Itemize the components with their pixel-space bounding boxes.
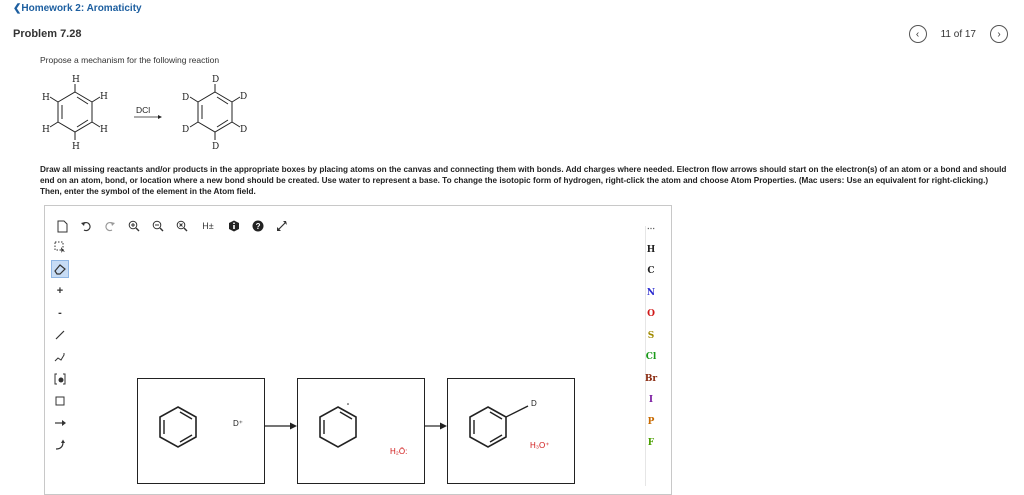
pager: ‹ 11 of 17 ›: [908, 25, 1008, 43]
problem-title: Problem 7.28: [13, 28, 82, 40]
atom-label: H: [100, 125, 108, 135]
reaction-scheme: H H H H H H DCl D D D D D D: [42, 75, 247, 152]
drawing-editor[interactable]: H± ? + - ⋯ H C N O S Cl Br I P F D⁺ H₂Ö:…: [44, 205, 672, 495]
atom-button-i[interactable]: I: [639, 390, 663, 412]
zoom-out-icon[interactable]: [151, 219, 165, 233]
chevron-left-icon: ‹: [915, 28, 920, 40]
arrow-head-icon: [158, 115, 162, 119]
atom-button-f[interactable]: F: [639, 433, 663, 455]
substituent-label: D: [531, 399, 537, 408]
single-bond-tool[interactable]: [51, 326, 69, 344]
zoom-in-icon[interactable]: [127, 219, 141, 233]
charge-minus-tool[interactable]: -: [51, 304, 69, 322]
box-arrow-1: [265, 422, 297, 430]
question-prompt: Propose a mechanism for the following re…: [40, 55, 220, 65]
pager-text: 11 of 17: [940, 28, 976, 40]
curved-arrow-tool[interactable]: [51, 436, 69, 454]
atom-label: D: [182, 93, 189, 103]
atom-label: D: [240, 92, 247, 102]
template-tool[interactable]: [51, 370, 69, 388]
atom-list-icon[interactable]: ⋯: [639, 218, 663, 240]
explicit-h-icon[interactable]: H±: [199, 219, 217, 233]
atom-label: H: [42, 125, 50, 135]
atom-button-h[interactable]: H: [639, 240, 663, 262]
water-label: H₂Ö:: [390, 447, 408, 456]
atom-button-br[interactable]: Br: [639, 369, 663, 391]
prev-button[interactable]: ‹: [908, 25, 927, 43]
box-arrow-2: [425, 422, 447, 430]
atom-panel: ⋯ H C N O S Cl Br I P F: [639, 218, 663, 455]
left-toolbar: + -: [51, 238, 71, 458]
arrow-tool[interactable]: [51, 414, 69, 432]
benzene-product: [189, 84, 241, 140]
atom-label: H: [100, 92, 108, 102]
product-box[interactable]: D H₃O⁺: [447, 378, 575, 484]
zoom-reset-icon[interactable]: [175, 219, 189, 233]
select-tool[interactable]: [51, 238, 69, 256]
atom-label: D: [240, 125, 247, 135]
fullscreen-icon[interactable]: [275, 219, 289, 233]
atom-button-o[interactable]: O: [639, 304, 663, 326]
help-icon[interactable]: ?: [251, 219, 265, 233]
charge-plus-tool[interactable]: +: [51, 282, 69, 300]
redo-icon[interactable]: [103, 219, 117, 233]
info-icon[interactable]: [227, 219, 241, 233]
new-icon[interactable]: [55, 219, 69, 233]
benzene-drawing: [159, 406, 197, 448]
atom-label: H: [42, 93, 50, 103]
benzene-reactant: [49, 84, 101, 140]
atom-label: H: [72, 75, 80, 85]
atom-label: D: [212, 75, 219, 85]
hydronium-label: H₃O⁺: [530, 441, 550, 450]
cyclohexadienyl-drawing: [319, 403, 357, 448]
atom-label: H: [72, 142, 80, 152]
chevron-right-icon: ›: [997, 28, 1001, 40]
atom-button-p[interactable]: P: [639, 412, 663, 434]
atom-button-s[interactable]: S: [639, 326, 663, 348]
deuteron-label: D⁺: [233, 419, 243, 428]
chain-tool[interactable]: [51, 348, 69, 366]
svg-text:?: ?: [256, 222, 261, 231]
back-link[interactable]: ❮Homework 2: Aromaticity: [13, 3, 142, 14]
eraser-tool[interactable]: [51, 260, 69, 278]
atom-button-c[interactable]: C: [639, 261, 663, 283]
reactant-box[interactable]: D⁺: [137, 378, 265, 484]
top-toolbar: H± ?: [55, 218, 289, 234]
undo-icon[interactable]: [79, 219, 93, 233]
next-button[interactable]: ›: [990, 25, 1008, 43]
shape-tool[interactable]: [51, 392, 69, 410]
atom-label: D: [212, 142, 219, 152]
atom-button-cl[interactable]: Cl: [639, 347, 663, 369]
reagent-label: DCl: [136, 105, 150, 115]
atom-label: D: [182, 125, 189, 135]
intermediate-box[interactable]: H₂Ö:: [297, 378, 425, 484]
deuterobenzene-drawing: [469, 405, 529, 448]
instructions-text: Draw all missing reactants and/or produc…: [40, 165, 1007, 196]
atom-button-n[interactable]: N: [639, 283, 663, 305]
